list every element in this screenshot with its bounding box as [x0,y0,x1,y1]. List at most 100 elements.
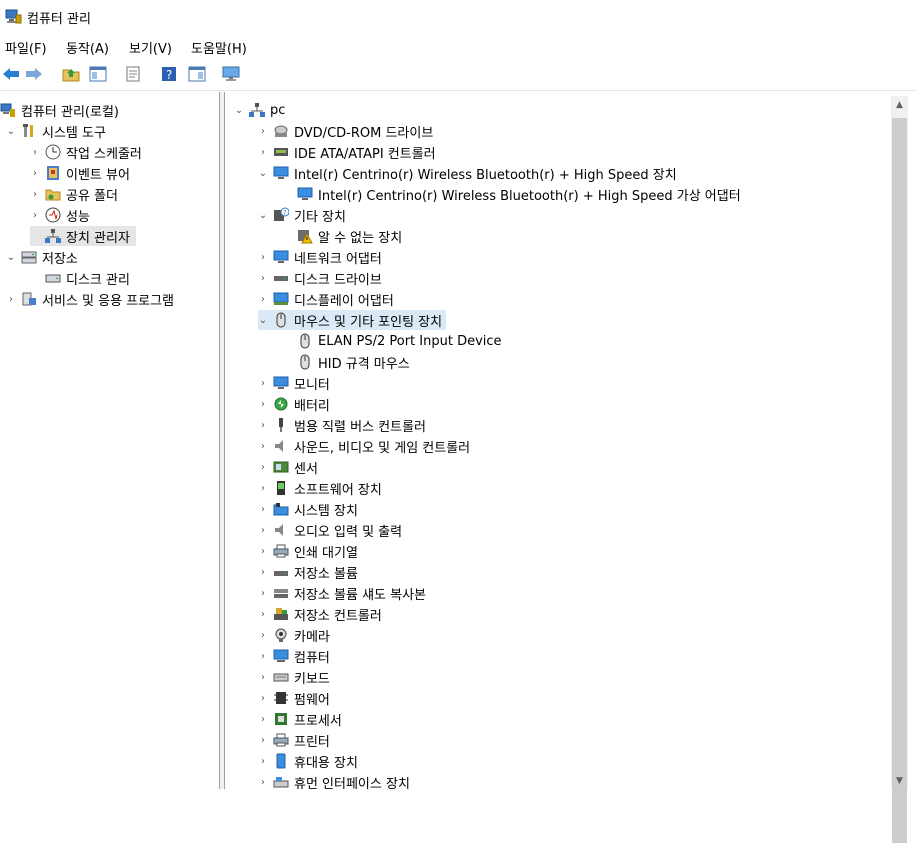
scroll-down-icon[interactable]: ▼ [891,772,908,789]
chevron-right-icon[interactable]: › [258,714,268,725]
chevron-down-icon[interactable]: ⌄ [234,105,244,116]
device-item[interactable]: Intel(r) Centrino(r) Wireless Bluetooth(… [282,184,741,204]
chevron-right-icon[interactable]: › [258,147,268,158]
chevron-down-icon[interactable]: ⌄ [258,315,268,326]
device-category[interactable]: › 배터리 [258,394,330,414]
forward-icon[interactable] [25,65,43,83]
chevron-right-icon[interactable]: › [258,693,268,704]
device-category[interactable]: › 센서 [258,457,318,477]
tree-item-storage[interactable]: ⌄ 저장소 [6,247,78,267]
device-category[interactable]: › DVD/CD-ROM 드라이브 [258,121,433,141]
up-folder-icon[interactable] [62,65,80,83]
shared-folder-icon [45,186,61,202]
help-icon[interactable]: ? [160,65,178,83]
device-category[interactable]: › 저장소 볼륨 섀도 복사본 [258,583,426,603]
device-category[interactable]: › 카메라 [258,625,330,645]
device-category[interactable]: › 키보드 [258,667,330,687]
show-hide-tree-icon[interactable] [89,65,107,83]
device-category[interactable]: › 네트워크 어댑터 [258,247,382,267]
monitor-icon[interactable] [222,65,240,83]
device-category[interactable]: › 소프트웨어 장치 [258,478,382,498]
chevron-right-icon[interactable]: › [258,252,268,263]
device-category[interactable]: › 오디오 입력 및 출력 [258,520,402,540]
chevron-right-icon[interactable]: › [30,210,40,221]
chevron-right-icon[interactable]: › [258,651,268,662]
chevron-right-icon[interactable]: › [258,378,268,389]
tree-item-services-apps[interactable]: › 서비스 및 응용 프로그램 [6,289,174,309]
chevron-down-icon[interactable]: ⌄ [6,252,16,263]
chevron-right-icon[interactable]: › [30,147,40,158]
device-category[interactable]: › 휴대용 장치 [258,751,358,771]
device-category[interactable]: › 인쇄 대기열 [258,541,358,561]
chevron-right-icon[interactable]: › [258,504,268,515]
device-category[interactable]: › 디스플레이 어댑터 [258,289,394,309]
tree-item-event-viewer[interactable]: › 이벤트 뷰어 [30,163,130,183]
scrollbar-thumb[interactable] [892,118,907,843]
chevron-right-icon[interactable]: › [258,462,268,473]
device-category[interactable]: › 프린터 [258,730,330,750]
device-category[interactable]: › 시스템 장치 [258,499,358,519]
device-category[interactable]: › 저장소 볼륨 [258,562,358,582]
chevron-right-icon[interactable]: › [258,483,268,494]
menu-help[interactable]: 도움말(H) [191,38,247,57]
chevron-right-icon[interactable]: › [6,294,16,305]
chevron-right-icon[interactable]: › [258,630,268,641]
chevron-right-icon[interactable]: › [258,546,268,557]
chevron-right-icon[interactable]: › [258,567,268,578]
device-category[interactable]: › 사운드, 비디오 및 게임 컨트롤러 [258,436,470,456]
clock-icon [45,144,61,160]
device-category[interactable]: › 저장소 컨트롤러 [258,604,382,624]
properties-icon[interactable] [124,65,142,83]
device-category[interactable]: › 범용 직렬 버스 컨트롤러 [258,415,426,435]
chevron-right-icon[interactable]: › [258,441,268,452]
tree-item-computer-management[interactable]: 컴퓨터 관리(로컬) [0,100,119,120]
device-category[interactable]: ⌄ ? 기타 장치 [258,205,346,225]
device-item[interactable]: HID 규격 마우스 [282,352,410,372]
chevron-right-icon[interactable]: › [258,588,268,599]
device-category[interactable]: › 휴먼 인터페이스 장치 [258,772,410,790]
chevron-right-icon[interactable]: › [30,168,40,179]
device-category[interactable]: › 모니터 [258,373,330,393]
chevron-down-icon[interactable]: ⌄ [6,126,16,137]
chevron-right-icon[interactable]: › [258,399,268,410]
device-item[interactable]: 알 수 없는 장치 [282,226,402,246]
pane-splitter[interactable] [219,92,225,789]
chevron-down-icon[interactable]: ⌄ [258,168,268,179]
menu-file[interactable]: 파일(F) [5,38,47,57]
chevron-right-icon[interactable]: › [258,735,268,746]
chevron-right-icon[interactable]: › [258,294,268,305]
action-pane-icon[interactable] [188,65,206,83]
chevron-right-icon[interactable]: › [258,609,268,620]
chevron-right-icon[interactable]: › [258,126,268,137]
tree-item-disk-management[interactable]: 디스크 관리 [30,268,130,288]
device-item[interactable]: ELAN PS/2 Port Input Device [282,331,502,351]
back-icon[interactable] [2,65,20,83]
tree-item-device-manager[interactable]: 장치 관리자 [30,226,136,246]
device-category[interactable]: › 컴퓨터 [258,646,330,666]
chevron-right-icon[interactable]: › [258,756,268,767]
device-category[interactable]: ⌄ Intel(r) Centrino(r) Wireless Bluetoot… [258,163,677,183]
device-category[interactable]: › 펌웨어 [258,688,330,708]
vertical-scrollbar[interactable]: ▲ ▼ [891,96,908,843]
chevron-down-icon[interactable]: ⌄ [258,210,268,221]
device-category[interactable]: › 프로세서 [258,709,342,729]
tree-item-system-tools[interactable]: ⌄ 시스템 도구 [6,121,106,141]
computer-management-icon [0,102,16,118]
tree-item-performance[interactable]: › 성능 [30,205,90,225]
scroll-up-icon[interactable]: ▲ [891,96,908,113]
device-category[interactable]: › 디스크 드라이브 [258,268,382,288]
chevron-right-icon[interactable]: › [258,672,268,683]
device-root-pc[interactable]: ⌄ pc [234,100,286,120]
chevron-right-icon[interactable]: › [258,420,268,431]
chevron-right-icon[interactable]: › [258,777,268,788]
device-category-selected[interactable]: ⌄ 마우스 및 기타 포인팅 장치 [258,310,447,330]
menu-view[interactable]: 보기(V) [129,38,172,57]
navigation-tree: 컴퓨터 관리(로컬) ⌄ 시스템 도구 › 작업 스케줄러 › 이벤트 뷰어 ›… [0,96,219,789]
chevron-right-icon[interactable]: › [30,189,40,200]
menu-action[interactable]: 동작(A) [66,38,109,57]
device-category[interactable]: › IDE ATA/ATAPI 컨트롤러 [258,142,436,162]
tree-item-task-scheduler[interactable]: › 작업 스케줄러 [30,142,142,162]
tree-item-shared-folders[interactable]: › 공유 폴더 [30,184,118,204]
chevron-right-icon[interactable]: › [258,273,268,284]
chevron-right-icon[interactable]: › [258,525,268,536]
